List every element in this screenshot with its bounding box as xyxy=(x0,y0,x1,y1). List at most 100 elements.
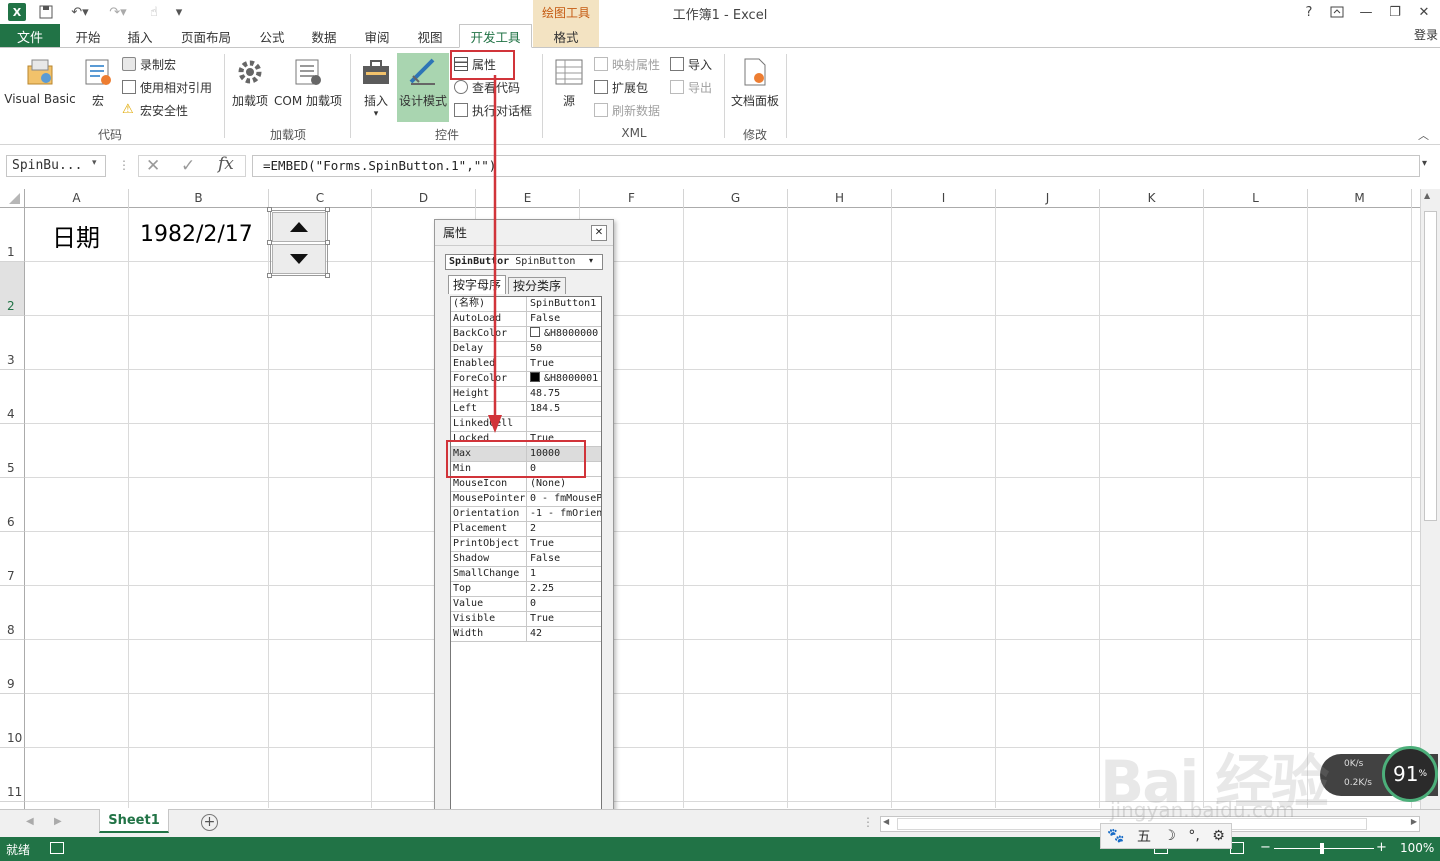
formula-input[interactable]: =EMBED("Forms.SpinButton.1","") xyxy=(252,155,1420,177)
settings-gear-icon[interactable]: ⚙ xyxy=(1212,828,1225,844)
property-row[interactable]: AutoLoad False xyxy=(451,312,601,327)
zoom-out-icon[interactable]: − xyxy=(1260,840,1271,855)
property-value[interactable]: -1 - fmOrien xyxy=(527,507,601,521)
property-value[interactable]: 50 xyxy=(527,342,601,356)
tab-page-layout[interactable]: 页面布局 xyxy=(174,24,238,48)
resize-handle[interactable] xyxy=(325,207,330,212)
tab-categorized[interactable]: 按分类序 xyxy=(508,277,566,294)
property-row[interactable]: MouseIcon (None) xyxy=(451,477,601,492)
insert-function-icon[interactable]: fx xyxy=(218,154,234,174)
tab-view[interactable]: 视图 xyxy=(408,24,452,48)
column-header-j[interactable]: J xyxy=(996,189,1100,208)
map-properties-button[interactable]: 映射属性 xyxy=(594,54,660,74)
property-row[interactable]: Left 184.5 xyxy=(451,402,601,417)
property-row[interactable]: Visible True xyxy=(451,612,601,627)
tab-review[interactable]: 审阅 xyxy=(355,24,399,48)
help-button[interactable]: ? xyxy=(1298,2,1320,22)
ime-toolbar[interactable]: 🐾 五 ☽ °, ⚙ xyxy=(1100,823,1232,849)
resize-handle[interactable] xyxy=(325,273,330,278)
row-header-1[interactable]: 1 xyxy=(0,208,25,262)
enter-icon[interactable]: ✓ xyxy=(181,156,195,176)
zoom-level[interactable]: 100% xyxy=(1400,841,1434,855)
zoom-slider-thumb[interactable] xyxy=(1320,843,1324,854)
resize-handle[interactable] xyxy=(325,240,330,245)
property-value[interactable]: False xyxy=(527,552,601,566)
property-row[interactable]: Top 2.25 xyxy=(451,582,601,597)
column-header-c[interactable]: C xyxy=(269,189,372,208)
vertical-scrollbar[interactable]: ▲ xyxy=(1420,189,1440,809)
refresh-data-button[interactable]: 刷新数据 xyxy=(594,100,660,120)
column-header-g[interactable]: G xyxy=(684,189,788,208)
property-row[interactable]: ForeColor &H8000001 xyxy=(451,372,601,387)
punctuation-icon[interactable]: °, xyxy=(1188,828,1199,844)
insert-control-button[interactable]: 插入 ▾ xyxy=(358,56,394,119)
ime-mode-label[interactable]: 五 xyxy=(1137,826,1151,846)
undo-icon[interactable]: ↶▾ xyxy=(66,3,94,21)
name-box-dropdown-icon[interactable]: ▾ xyxy=(92,158,97,168)
expand-formula-icon[interactable]: ▾ xyxy=(1422,158,1427,169)
property-value[interactable]: 1 xyxy=(527,567,601,581)
property-row[interactable]: Value 0 xyxy=(451,597,601,612)
property-row[interactable]: Delay 50 xyxy=(451,342,601,357)
property-value[interactable]: 184.5 xyxy=(527,402,601,416)
name-box[interactable]: SpinBu... xyxy=(6,155,106,177)
zoom-in-icon[interactable]: + xyxy=(1376,840,1387,855)
tab-insert[interactable]: 插入 xyxy=(118,24,162,48)
export-button[interactable]: 导出 xyxy=(670,77,712,97)
property-row[interactable]: (名称) SpinButton1 xyxy=(451,297,601,312)
design-mode-button[interactable]: 设计模式 xyxy=(397,53,449,122)
property-row[interactable]: Enabled True xyxy=(451,357,601,372)
property-row[interactable]: MousePointer 0 - fmMouseP xyxy=(451,492,601,507)
properties-close-icon[interactable]: ✕ xyxy=(591,225,607,241)
scroll-left-icon[interactable]: ◀ xyxy=(883,817,889,826)
property-value[interactable] xyxy=(527,417,601,431)
moon-icon[interactable]: ☽ xyxy=(1163,828,1176,844)
row-header-11[interactable]: 11 xyxy=(0,748,25,802)
property-row[interactable]: Height 48.75 xyxy=(451,387,601,402)
restore-icon[interactable]: ❐ xyxy=(1384,2,1406,22)
page-break-view-icon[interactable] xyxy=(1230,842,1244,854)
vertical-scroll-thumb[interactable] xyxy=(1424,211,1437,521)
collapse-ribbon-icon[interactable]: ︿ xyxy=(1418,127,1429,143)
redo-icon[interactable]: ↷▾ xyxy=(104,3,132,21)
addins-button[interactable]: 加载项 xyxy=(230,56,270,109)
property-value[interactable]: 48.75 xyxy=(527,387,601,401)
spin-up-button[interactable] xyxy=(272,212,326,242)
property-value[interactable]: SpinButton1 xyxy=(527,297,601,311)
touch-mode-icon[interactable]: ☝ xyxy=(144,3,164,21)
property-row[interactable]: SmallChange 1 xyxy=(451,567,601,582)
row-header-5[interactable]: 5 xyxy=(0,424,25,478)
macros-button[interactable]: 宏 xyxy=(80,56,116,109)
close-icon[interactable]: ✕ xyxy=(1413,2,1435,22)
column-header-m[interactable]: M xyxy=(1308,189,1412,208)
save-icon[interactable] xyxy=(36,3,56,21)
property-value[interactable]: 2.25 xyxy=(527,582,601,596)
property-value[interactable]: True xyxy=(527,537,601,551)
property-value[interactable]: 42 xyxy=(527,627,601,641)
column-header-d[interactable]: D xyxy=(372,189,476,208)
row-header-8[interactable]: 8 xyxy=(0,586,25,640)
cell-a1[interactable]: 日期 xyxy=(52,218,100,253)
tab-home[interactable]: 开始 xyxy=(66,24,110,48)
column-header-h[interactable]: H xyxy=(788,189,892,208)
property-value[interactable]: 0 xyxy=(527,597,601,611)
com-addins-button[interactable]: COM 加载项 xyxy=(272,56,344,109)
property-value[interactable]: True xyxy=(527,357,601,371)
row-header-2[interactable]: 2 xyxy=(0,262,25,316)
macro-record-status-icon[interactable] xyxy=(50,842,64,854)
property-row[interactable]: BackColor &H8000000 xyxy=(451,327,601,342)
object-selector-dropdown-icon[interactable]: ▾ xyxy=(589,256,593,265)
cell-b1[interactable]: 1982/2/17 xyxy=(140,222,253,247)
row-header-3[interactable]: 3 xyxy=(0,316,25,370)
column-header-l[interactable]: L xyxy=(1204,189,1308,208)
expansion-packs-button[interactable]: 扩展包 xyxy=(594,77,648,97)
tab-format[interactable]: 格式 xyxy=(533,24,599,48)
spin-down-button[interactable] xyxy=(272,244,326,274)
tab-developer[interactable]: 开发工具 xyxy=(459,24,532,48)
row-header-9[interactable]: 9 xyxy=(0,640,25,694)
row-header-6[interactable]: 6 xyxy=(0,478,25,532)
document-panel-button[interactable]: 文档面板 xyxy=(728,56,782,109)
property-value[interactable]: &H8000000 xyxy=(527,327,601,341)
sheet-tab-sheet1[interactable]: Sheet1 xyxy=(99,809,169,833)
select-all-corner[interactable] xyxy=(0,189,25,208)
